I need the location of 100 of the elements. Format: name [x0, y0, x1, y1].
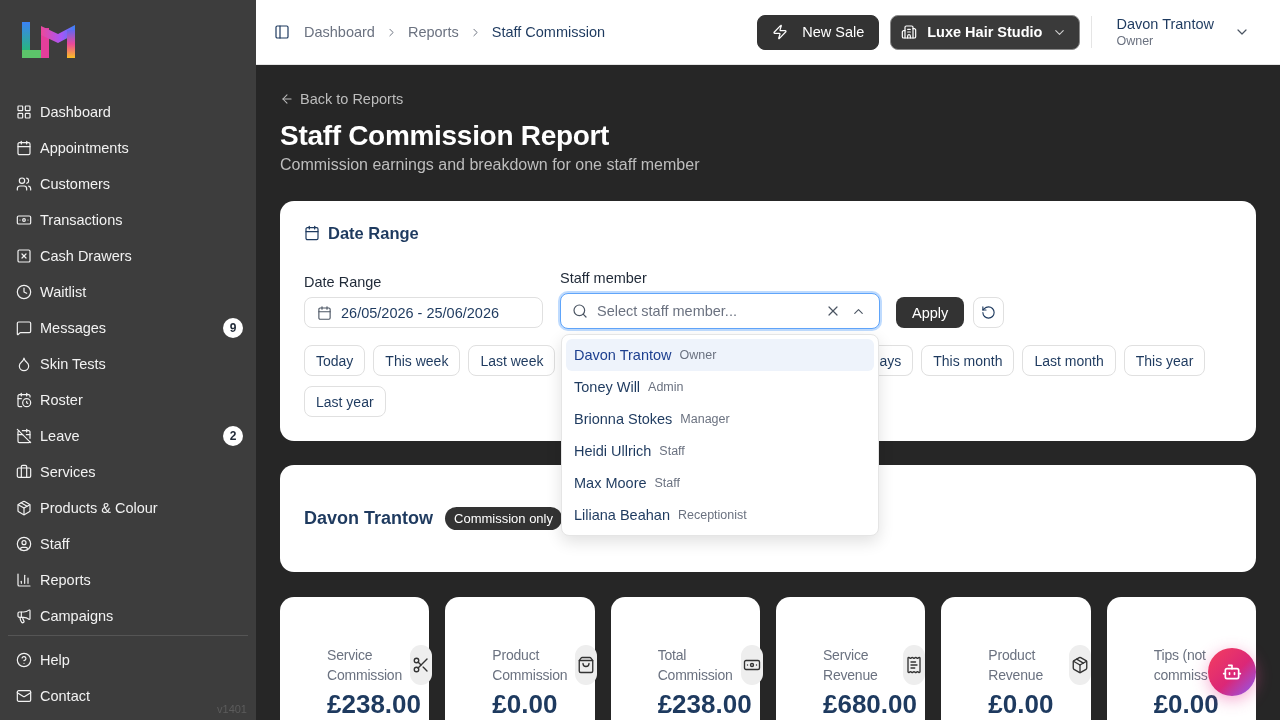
preset-chip[interactable]: Last year — [304, 386, 386, 417]
preset-chip[interactable]: This month — [921, 345, 1015, 376]
preset-chip[interactable]: This week — [373, 345, 461, 376]
briefcase-icon — [16, 464, 32, 480]
nav-item[interactable]: Products & Colour — [8, 490, 248, 526]
nav-item[interactable]: Messages 9 — [8, 310, 248, 346]
back-link[interactable]: Back to Reports — [280, 88, 404, 110]
stat-value: £238.00 — [327, 691, 421, 717]
nav-item[interactable]: Cash Drawers — [8, 238, 248, 274]
nav-item[interactable]: Roster — [8, 382, 248, 418]
preset-chip[interactable]: ays — [878, 345, 914, 376]
dropdown-option[interactable]: Liliana Beahan Receptionist — [566, 499, 874, 531]
calendar-icon — [317, 305, 332, 321]
staff-select-field[interactable]: Select staff member... — [560, 293, 880, 329]
role-label: Receptionist — [677, 508, 747, 522]
nav-item[interactable]: Leave 2 — [8, 418, 248, 454]
bar-chart-icon — [16, 572, 32, 588]
nav-item[interactable]: Contact — [8, 678, 95, 714]
breadcrumb-link[interactable]: Reports — [407, 24, 459, 40]
scissors-icon — [410, 645, 432, 685]
section-title: Date Range — [328, 223, 419, 244]
search-icon — [572, 303, 588, 319]
breadcrumb-link[interactable]: Staff Commission — [491, 24, 606, 40]
nav-item[interactable]: Help — [8, 642, 75, 678]
date-range-field[interactable]: 26/05/2026 - 25/06/2026 — [304, 297, 543, 328]
banknote-icon — [740, 645, 763, 685]
chat-bubble-icon — [16, 320, 32, 336]
dropdown-option[interactable]: Heidi Ullrich Staff — [566, 435, 874, 467]
package-icon — [1068, 645, 1091, 685]
panel-icon — [274, 24, 290, 40]
stat-label: Service Revenue — [823, 647, 878, 683]
field-label: Staff member — [560, 269, 647, 288]
logo — [22, 22, 75, 58]
nav-item[interactable]: Skin Tests — [8, 346, 248, 382]
nav-item[interactable]: Customers — [8, 166, 248, 202]
dropdown-option[interactable]: Max Moore Staff — [566, 467, 874, 499]
stat-value: £238.00 — [657, 691, 752, 717]
role-label: Staff — [654, 476, 680, 490]
new-sale-button[interactable]: New Sale — [757, 14, 880, 50]
field-label: Date Range — [304, 273, 382, 292]
apply-button[interactable]: Apply — [896, 297, 965, 328]
calendar-icon — [16, 140, 32, 156]
count-badge: 9 — [223, 318, 243, 338]
nav-item[interactable]: Waitlist — [8, 274, 248, 310]
lightning-icon — [772, 24, 789, 40]
nav-item[interactable]: Campaigns — [8, 598, 248, 634]
banknote-icon — [16, 212, 32, 228]
calendar-off-icon — [16, 428, 32, 444]
package-icon — [16, 500, 32, 516]
nav-item[interactable]: Services — [8, 454, 248, 490]
receipt-icon — [903, 645, 926, 685]
count-badge: 2 — [223, 426, 243, 446]
nav-item[interactable]: Staff — [8, 526, 248, 562]
dropdown-option[interactable]: Toney Will Admin — [566, 371, 874, 403]
robot-icon — [1222, 662, 1242, 682]
stat-label: Service Commission — [327, 647, 402, 683]
calendar-clock-icon — [16, 392, 32, 408]
stat-label: Total Commission — [657, 647, 733, 683]
building-icon — [901, 24, 918, 40]
stat-value: £0.00 — [988, 691, 1054, 717]
preset-chip[interactable]: Today — [304, 345, 366, 376]
nav-item[interactable]: Transactions — [8, 202, 248, 238]
business-selector[interactable]: Luxe Hair Studio — [890, 14, 1081, 50]
page-subtitle: Commission earnings and breakdown for one staff member — [280, 155, 700, 175]
megaphone-icon — [16, 608, 32, 624]
mail-icon — [16, 688, 32, 704]
page-title: Staff Commission Report — [280, 119, 610, 153]
sidebar-toggle-button[interactable] — [274, 24, 290, 40]
circular-arrow-icon — [981, 305, 997, 320]
user-circle-icon — [16, 536, 32, 552]
role-label: Owner — [679, 348, 717, 362]
stat-label: Product Revenue — [988, 647, 1043, 683]
nav-item[interactable]: Reports — [8, 562, 248, 598]
preset-chip[interactable]: Last week — [468, 345, 556, 376]
shopping-bag-icon — [575, 645, 598, 685]
dropdown-option[interactable]: Brionna Stokes Manager — [566, 403, 874, 435]
square-x-icon — [16, 248, 32, 264]
role-label: Manager — [680, 412, 730, 426]
users-icon — [16, 176, 32, 192]
stat-value: £0.00 — [492, 691, 558, 717]
stat-label: Product Commission — [492, 647, 568, 683]
clock-icon — [16, 284, 32, 300]
nav-item[interactable]: Dashboard — [8, 94, 248, 130]
droplet-icon — [16, 356, 32, 372]
dropdown-option[interactable]: Davon Trantow Owner — [566, 339, 874, 371]
pay-type-badge: Commission only — [445, 507, 562, 530]
role-label: Admin — [648, 380, 684, 394]
reset-button[interactable] — [973, 297, 1005, 328]
staff-name: Davon Trantow — [304, 507, 433, 530]
preset-chip[interactable]: Last month — [1022, 345, 1116, 376]
stat-value: £680.00 — [823, 691, 917, 717]
grid-icon — [16, 104, 32, 120]
breadcrumb-link[interactable]: Dashboard — [304, 24, 375, 40]
stat-label: Tips (not commiss — [1153, 647, 1208, 683]
user-menu-button[interactable]: Davon Trantow Owner — [1116, 16, 1250, 48]
preset-chip[interactable]: This year — [1123, 345, 1206, 376]
nav-item[interactable]: Appointments — [8, 130, 248, 166]
calendar-icon — [304, 225, 320, 241]
stat-value: £0.00 — [1153, 691, 1219, 717]
role-label: Staff — [659, 444, 685, 458]
